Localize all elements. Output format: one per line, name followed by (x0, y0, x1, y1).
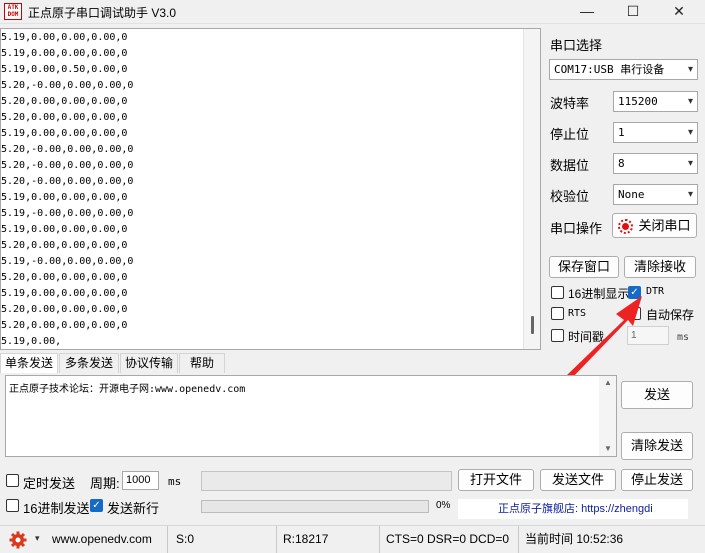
receive-line: 5.20,-0.00,0.00,0.00,0 (1, 144, 134, 155)
chevron-down-icon: ▾ (687, 64, 693, 75)
port-select-label: 串口选择 (550, 38, 603, 53)
receive-line: 5.20,-0.00,0.00,0.00,0 (1, 160, 134, 171)
send-scrollbar[interactable]: ▲ ▼ (599, 376, 616, 456)
receive-line: 5.20,0.00,0.00,0.00,0 (1, 272, 128, 283)
status-received: R:18217 (277, 526, 380, 553)
minimize-button[interactable]: — (564, 0, 610, 24)
parity-label: 校验位 (550, 189, 590, 204)
receive-textarea[interactable]: 5.19,0.00,0.00,0.00,0 5.19,0.00,0.00,0.00… (0, 28, 541, 350)
status-lines: CTS=0 DSR=0 DCD=0 (380, 526, 519, 553)
port-select-value: COM17:USB 串行设备 (554, 63, 665, 76)
data-bits-value: 8 (618, 157, 625, 170)
hex-send-label: 16进制发送 (23, 501, 90, 516)
chevron-down-icon: ▾ (687, 158, 693, 169)
port-select[interactable]: COM17:USB 串行设备 ▾ (549, 59, 698, 80)
receive-line: 5.19,0.00,0.00,0.00,0 (1, 288, 128, 299)
record-icon (618, 219, 633, 234)
receive-line: 5.19,0.00,0.00,0.00,0 (1, 128, 128, 139)
gear-icon[interactable] (9, 531, 27, 549)
chevron-down-icon: ▾ (687, 127, 693, 138)
close-port-label: 关闭串口 (638, 218, 691, 233)
tab-single-send[interactable]: 单条发送 (0, 353, 58, 373)
receive-line: 5.19,0.00,0.50,0.00,0 (1, 64, 128, 75)
receive-lines: 5.19,0.00,0.00,0.00,0 5.19,0.00,0.00,0.00… (1, 29, 134, 349)
timed-send-label: 定时发送 (23, 476, 76, 491)
hex-send-checkbox[interactable] (6, 499, 19, 512)
send-progress-bar (201, 500, 429, 513)
send-file-button[interactable]: 发送文件 (540, 469, 616, 491)
stop-send-button[interactable]: 停止发送 (621, 469, 693, 491)
send-textarea[interactable]: 正点原子技术论坛：开源电子网:www.openedv.com ▲ ▼ (5, 375, 617, 457)
dropdown-arrow-icon[interactable]: ▾ (35, 525, 40, 552)
period-input[interactable]: 1000 (122, 471, 159, 490)
stop-bits-value: 1 (618, 126, 625, 139)
receive-line: 5.20,0.00,0.00,0.00,0 (1, 112, 128, 123)
baud-label: 波特率 (550, 96, 590, 111)
send-newline-label: 发送新行 (107, 501, 160, 516)
maximize-button[interactable]: ☐ (610, 0, 656, 24)
port-operate-label: 串口操作 (550, 221, 603, 236)
status-sent: S:0 (170, 526, 277, 553)
auto-save-label: 自动保存 (646, 308, 695, 322)
receive-line: 5.19,-0.00,0.00,0.00,0 (1, 208, 134, 219)
period-unit: ms (168, 475, 182, 488)
chevron-down-icon: ▾ (687, 189, 693, 200)
chevron-down-icon: ▾ (687, 96, 693, 107)
receive-line: 5.19,0.00,0.00,0.00,0 (1, 224, 128, 235)
receive-line: 5.20,0.00,0.00,0.00,0 (1, 320, 128, 331)
timestamp-unit: ms (677, 332, 690, 343)
parity-select[interactable]: None ▾ (613, 184, 698, 205)
receive-line: 5.20,-0.00,0.00,0.00,0 (1, 176, 134, 187)
tab-multi-send[interactable]: 多条发送 (59, 353, 119, 373)
save-window-button[interactable]: 保存窗口 (549, 256, 619, 278)
receive-line: 5.20,0.00,0.00,0.00,0 (1, 96, 128, 107)
scroll-down-icon[interactable]: ▼ (604, 444, 612, 453)
receive-line: 5.20,0.00,0.00,0.00,0 (1, 304, 128, 315)
receive-line: 5.20,-0.00,0.00,0.00,0 (1, 80, 134, 91)
receive-line: 5.19,0.00,0.00,0.00,0 (1, 192, 128, 203)
parity-value: None (618, 188, 645, 201)
stop-bits-select[interactable]: 1 ▾ (613, 122, 698, 143)
receive-line: 5.20,0.00,0.00,0.00,0 (1, 240, 128, 251)
receive-line: 5.19,-0.00,0.00,0.00,0 (1, 256, 134, 267)
baud-select[interactable]: 115200 ▾ (613, 91, 698, 112)
settings-menu[interactable]: ▾ (0, 526, 46, 553)
tab-protocol[interactable]: 协议传输 (120, 353, 178, 373)
stop-bits-label: 停止位 (550, 127, 590, 142)
send-button[interactable]: 发送 (621, 381, 693, 409)
status-website[interactable]: www.openedv.com (46, 526, 168, 553)
send-progress-percent: 0% (436, 500, 451, 511)
close-port-button[interactable]: 关闭串口 (612, 213, 697, 238)
status-bar: ▾ www.openedv.com S:0 R:18217 CTS=0 DSR=… (0, 525, 705, 553)
tab-help[interactable]: 帮助 (179, 353, 225, 373)
title-bar[interactable]: ATK DOM 正点原子串口调试助手 V3.0 — ☐ ✕ (0, 0, 705, 24)
data-bits-select[interactable]: 8 ▾ (613, 153, 698, 174)
send-newline-checkbox[interactable]: ✓ (90, 499, 103, 512)
period-label: 周期: (90, 476, 120, 491)
clear-send-button[interactable]: 清除发送 (621, 432, 693, 460)
receive-line: 5.19,0.00,0.00,0.00,0 (1, 32, 128, 43)
flagship-store-link[interactable]: 正点原子旗舰店: https://zhengdi (458, 499, 688, 519)
app-logo-icon: ATK DOM (4, 3, 22, 20)
status-time: 当前时间 10:52:36 (525, 532, 624, 546)
send-text: 正点原子技术论坛：开源电子网:www.openedv.com (9, 384, 246, 395)
clear-receive-button[interactable]: 清除接收 (624, 256, 696, 278)
receive-line: 5.19,0.00,0.00,0.00,0 (1, 48, 128, 59)
window-title: 正点原子串口调试助手 V3.0 (28, 6, 177, 20)
timed-send-checkbox[interactable] (6, 474, 19, 487)
scroll-up-icon[interactable]: ▲ (604, 378, 612, 387)
open-file-button[interactable]: 打开文件 (458, 469, 534, 491)
receive-line: 5.19,0.00, (1, 336, 62, 347)
close-window-button[interactable]: ✕ (656, 0, 702, 24)
baud-select-value: 115200 (618, 95, 658, 108)
data-bits-label: 数据位 (550, 158, 590, 173)
file-path-box[interactable] (201, 471, 452, 491)
